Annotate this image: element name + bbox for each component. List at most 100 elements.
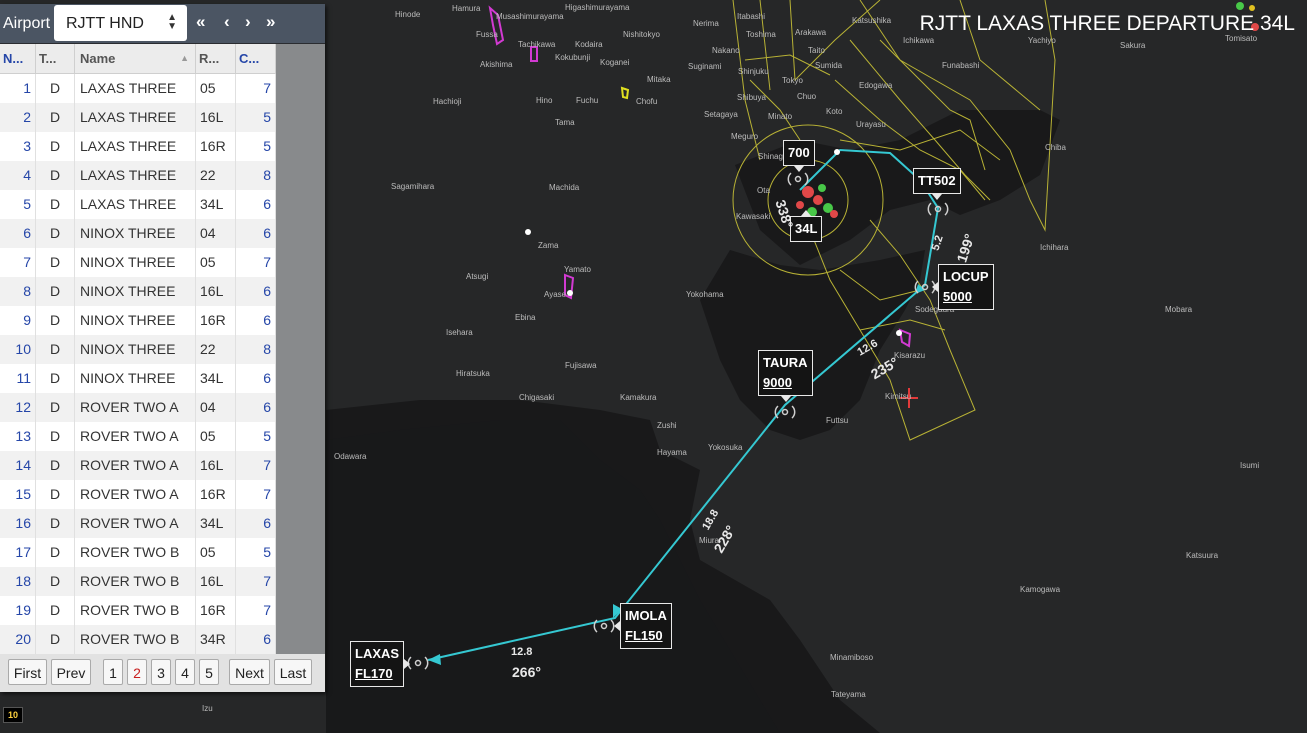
page-number-button[interactable]: 1 [103,659,123,685]
waypoint-name: 34L [795,221,818,236]
cell-no: 1 [0,74,36,103]
table-row[interactable]: 1 D LAXAS THREE 05 7 [0,74,276,103]
table-row[interactable]: 20 D ROVER TWO B 34R 6 [0,625,276,654]
waypoint-name: TT502 [918,173,956,188]
waypoint-label[interactable]: TAURA 9000 [758,350,813,396]
table-row[interactable]: 7 D NINOX THREE 05 7 [0,248,276,277]
table-row[interactable]: 14 D ROVER TWO A 16L 7 [0,451,276,480]
cell-type: D [36,480,75,509]
col-header-no[interactable]: N... [0,44,36,73]
place-label: Katsuura [1186,551,1219,560]
col-header-count[interactable]: C... [236,44,276,73]
place-label: Isehara [446,328,473,337]
cell-runway: 05 [196,422,236,451]
cell-name: LAXAS THREE [75,74,196,103]
place-label: Kamakura [620,393,657,402]
table-row[interactable]: 12 D ROVER TWO A 04 6 [0,393,276,422]
place-label: Futtsu [826,416,849,425]
cell-name: ROVER TWO A [75,451,196,480]
place-label: Hamura [452,4,481,13]
cell-name: LAXAS THREE [75,161,196,190]
cell-name: NINOX THREE [75,248,196,277]
place-label: Akishima [480,60,513,69]
cell-no: 16 [0,509,36,538]
cell-no: 11 [0,364,36,393]
table-row[interactable]: 17 D ROVER TWO B 05 5 [0,538,276,567]
cell-name: ROVER TWO B [75,567,196,596]
cell-no: 2 [0,103,36,132]
cell-runway: 05 [196,248,236,277]
nav-prev-icon[interactable]: ‹ [224,12,230,32]
cell-type: D [36,306,75,335]
page-number-button[interactable]: 3 [151,659,171,685]
page-number-button[interactable]: 2 [127,659,147,685]
place-label: Tateyama [831,690,866,699]
cell-no: 17 [0,538,36,567]
cell-no: 18 [0,567,36,596]
table-row[interactable]: 11 D NINOX THREE 34L 6 [0,364,276,393]
table-row[interactable]: 5 D LAXAS THREE 34L 6 [0,190,276,219]
place-label: Tokyo [782,76,803,85]
table-row[interactable]: 19 D ROVER TWO B 16R 7 [0,596,276,625]
waypoint-label[interactable]: TT502 [913,168,961,194]
place-label: Chuo [797,92,817,101]
place-label: Kamogawa [1020,585,1061,594]
col-header-name[interactable]: Name ▲ [75,44,196,73]
leg-course: 266° [512,664,541,680]
table-row[interactable]: 10 D NINOX THREE 22 8 [0,335,276,364]
nav-next-icon[interactable]: › [245,12,251,32]
place-label: Odawara [334,452,367,461]
cell-type: D [36,538,75,567]
waypoint-name: IMOLA [625,608,667,623]
table-row[interactable]: 4 D LAXAS THREE 22 8 [0,161,276,190]
col-header-runway[interactable]: R... [196,44,236,73]
waypoint-label[interactable]: LAXAS FL170 [350,641,405,687]
waypoint-altitude: 5000 [943,289,972,304]
procedure-title: RJTT LAXAS THREE DEPARTURE 34L [919,12,1295,35]
next-page-button[interactable]: Next [229,659,270,685]
place-label: Chofu [636,97,658,106]
cell-no: 20 [0,625,36,654]
cell-no: 19 [0,596,36,625]
prev-page-button[interactable]: Prev [51,659,91,685]
cell-runway: 16L [196,451,236,480]
first-page-button[interactable]: First [8,659,47,685]
cell-type: D [36,219,75,248]
page-number-button[interactable]: 4 [175,659,195,685]
place-label: Yokohama [686,290,724,299]
nav-first-icon[interactable]: « [196,12,205,32]
cell-count: 6 [236,509,276,538]
waypoint-label[interactable]: LOCUP 5000 [938,264,994,310]
table-row[interactable]: 8 D NINOX THREE 16L 6 [0,277,276,306]
table-row[interactable]: 2 D LAXAS THREE 16L 5 [0,103,276,132]
waypoint-pointer-icon [404,659,410,669]
table-row[interactable]: 16 D ROVER TWO A 34L 6 [0,509,276,538]
airport-select[interactable]: RJTT HND ▲ ▼ [54,5,187,41]
table-row[interactable]: 15 D ROVER TWO A 16R 7 [0,480,276,509]
waypoint-label[interactable]: 700 [783,140,815,166]
cell-name: ROVER TWO A [75,509,196,538]
cell-runway: 16R [196,306,236,335]
last-page-button[interactable]: Last [274,659,312,685]
cell-no: 14 [0,451,36,480]
cell-runway: 34L [196,190,236,219]
table-row[interactable]: 3 D LAXAS THREE 16R 5 [0,132,276,161]
cell-no: 5 [0,190,36,219]
place-label: Isumi [1240,461,1260,470]
table-row[interactable]: 18 D ROVER TWO B 16L 7 [0,567,276,596]
cell-type: D [36,625,75,654]
cell-count: 6 [236,306,276,335]
table-row[interactable]: 9 D NINOX THREE 16R 6 [0,306,276,335]
table-row[interactable]: 6 D NINOX THREE 04 6 [0,219,276,248]
place-label: Hiratsuka [456,369,490,378]
table-row[interactable]: 13 D ROVER TWO A 05 5 [0,422,276,451]
col-header-type[interactable]: T... [36,44,75,73]
waypoint-label[interactable]: IMOLA FL150 [620,603,672,649]
place-label: Shibuya [737,93,766,102]
place-label: Itabashi [737,12,766,21]
place-label: Kodaira [575,40,603,49]
zoom-level-badge: 10 [3,707,24,723]
nav-last-icon[interactable]: » [266,12,275,32]
page-number-button[interactable]: 5 [199,659,219,685]
select-caret-icon: ▲ ▼ [167,12,177,32]
